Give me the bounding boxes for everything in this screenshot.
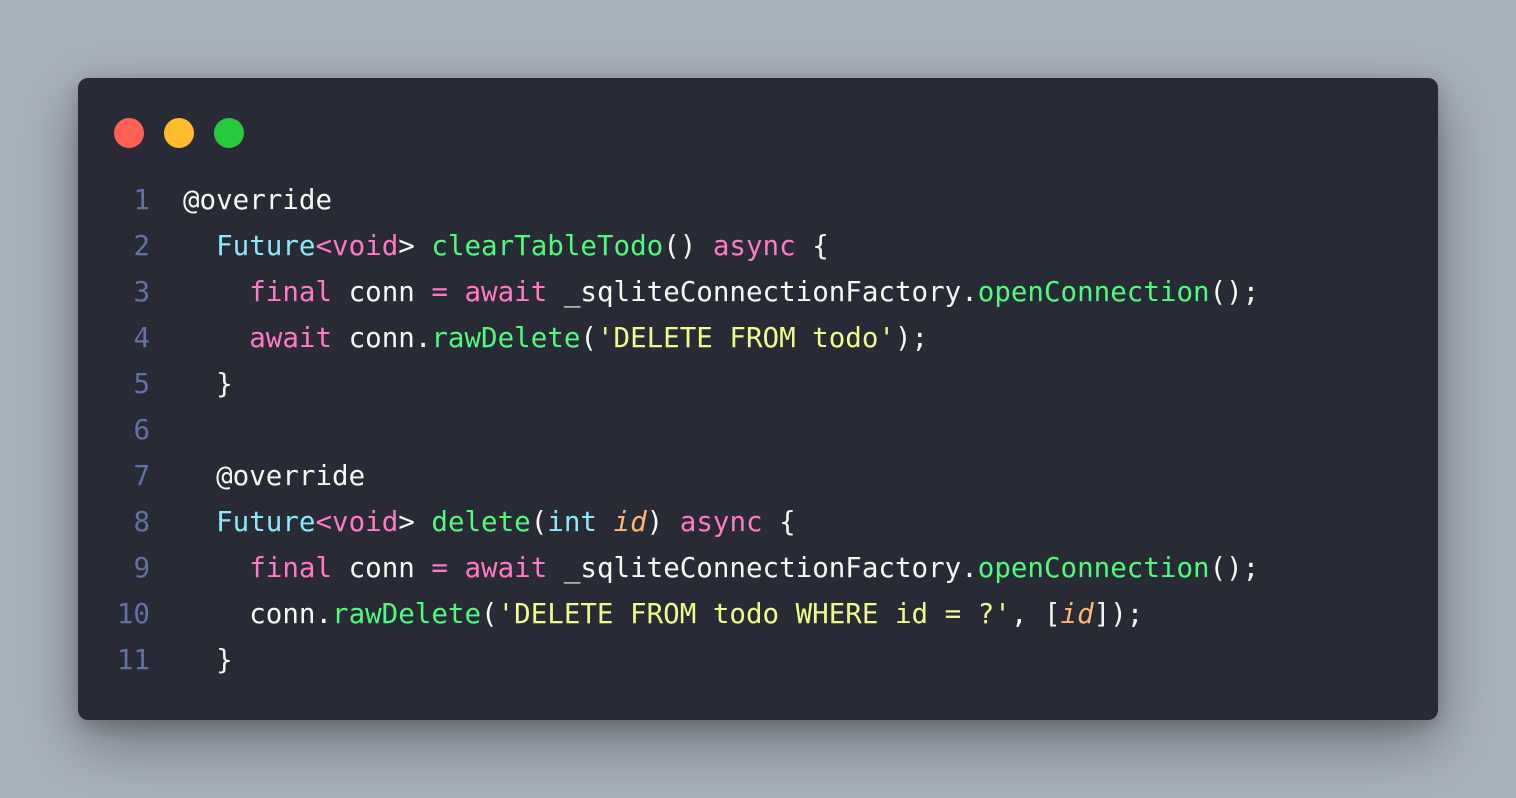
code-token: conn (332, 276, 432, 308)
code-token: clearTableTodo (431, 230, 664, 262)
code-window: 1 @override 2 Future<void> clearTableTodo(… (78, 78, 1438, 720)
code-token: > (398, 506, 432, 538)
code-token: conn. (332, 322, 432, 354)
line-number: 8 (133, 506, 150, 538)
line-code: conn.rawDelete('DELETE FROM todo WHERE i… (183, 591, 1143, 637)
code-token: = (431, 552, 448, 584)
code-line: 9 final conn = await _sqliteConnectionFa… (78, 545, 1438, 591)
code-token: 'DELETE FROM todo' (596, 322, 895, 354)
line-code: } (183, 637, 233, 683)
code-token: delete (431, 506, 531, 538)
code-token: Future (216, 230, 316, 262)
code-token: await (249, 322, 333, 354)
code-token: 'DELETE FROM todo WHERE id = ?' (497, 598, 1011, 630)
line-code: final conn = await _sqliteConnectionFact… (183, 269, 1259, 315)
code-token: @override (183, 184, 333, 216)
line-number: 5 (133, 368, 150, 400)
code-token: (); (1209, 276, 1260, 308)
line-number: 3 (133, 276, 150, 308)
line-number: 7 (133, 460, 150, 492)
code-token: ( (530, 506, 548, 538)
code-token: _sqliteConnectionFactory. (547, 552, 978, 584)
line-number: 1 (133, 184, 150, 216)
code-token: void (332, 230, 399, 262)
line-code: Future<void> clearTableTodo() async { (183, 223, 829, 269)
code-line: 2 Future<void> clearTableTodo() async { (78, 223, 1438, 269)
line-code: @override (183, 177, 332, 223)
code-token: id (1060, 598, 1094, 630)
maximize-button[interactable] (214, 118, 244, 148)
code-line: 10 conn.rawDelete('DELETE FROM todo WHER… (78, 591, 1438, 637)
code-token: { (795, 230, 829, 262)
code-token: openConnection (977, 276, 1210, 308)
code-token: int (547, 506, 597, 538)
code-line: 3 final conn = await _sqliteConnectionFa… (78, 269, 1438, 315)
line-number: 2 (133, 230, 150, 262)
line-number: 10 (116, 598, 150, 630)
code-token: final (249, 276, 333, 308)
code-line: 11 } (78, 637, 1438, 683)
code-line: 1 @override (78, 177, 1438, 223)
code-token: rawDelete (332, 598, 482, 630)
line-code: } (183, 361, 233, 407)
line-number: 4 (133, 322, 150, 354)
code-token: async (679, 506, 763, 538)
code-token: ]); (1093, 598, 1144, 630)
close-button[interactable] (114, 118, 144, 148)
code-line: 7 @override (78, 453, 1438, 499)
code-line: 6 (78, 407, 1438, 453)
line-code: await conn.rawDelete('DELETE FROM todo')… (183, 315, 928, 361)
code-token: void (332, 506, 399, 538)
window-controls (114, 118, 244, 148)
line-code: @override (183, 453, 365, 499)
code-token: conn. (183, 598, 333, 630)
code-token: openConnection (977, 552, 1210, 584)
minimize-button[interactable] (164, 118, 194, 148)
code-token: ( (481, 598, 498, 630)
code-token: rawDelete (431, 322, 581, 354)
code-line: 5 } (78, 361, 1438, 407)
code-token: final (249, 552, 333, 584)
code-token: { (762, 506, 796, 538)
code-token: < (315, 230, 333, 262)
code-line: 8 Future<void> delete(int id) async { (78, 499, 1438, 545)
line-number: 11 (116, 644, 150, 676)
code-token: (); (1209, 552, 1260, 584)
code-token: _sqliteConnectionFactory. (547, 276, 978, 308)
code-token: async (712, 230, 796, 262)
line-number: 9 (133, 552, 150, 584)
code-token: = (431, 276, 448, 308)
code-line: 4 await conn.rawDelete('DELETE FROM todo… (78, 315, 1438, 361)
code-token: } (183, 368, 233, 400)
code-token: conn (332, 552, 432, 584)
code-token: await (464, 276, 548, 308)
code-token: ) (646, 506, 680, 538)
code-token: Future (216, 506, 316, 538)
line-code: Future<void> delete(int id) async { (183, 499, 796, 545)
code-token: , [ (1010, 598, 1061, 630)
code-token: ); (894, 322, 929, 354)
code-token: () (663, 230, 713, 262)
code-editor[interactable]: 1 @override 2 Future<void> clearTableTodo(… (78, 177, 1438, 683)
code-token: < (315, 506, 333, 538)
code-token: > (398, 230, 432, 262)
line-number: 6 (133, 414, 150, 446)
line-code: final conn = await _sqliteConnectionFact… (183, 545, 1259, 591)
code-token: ( (580, 322, 597, 354)
code-token: id (613, 506, 647, 538)
code-token: await (464, 552, 548, 584)
code-token: @override (183, 460, 366, 492)
code-token: } (183, 644, 233, 676)
